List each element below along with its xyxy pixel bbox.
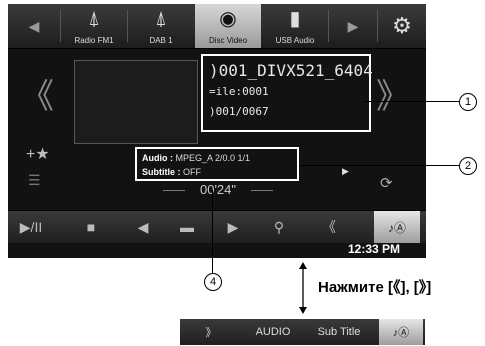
disc-icon: ◉ <box>219 8 237 30</box>
page-right-button[interactable]: 》 <box>180 319 242 345</box>
alt-control-bar: 》 AUDIO Sub Title ♪Ⓐ <box>180 319 425 345</box>
triangle-left-icon: ◀ <box>28 17 40 34</box>
prev-button[interactable]: ◀ <box>124 211 162 243</box>
stop-icon: ■ <box>86 219 96 235</box>
triangle-left-icon: ◀ <box>137 218 149 235</box>
favorite-star-icon[interactable]: +★ <box>26 144 50 164</box>
audio-mode-button[interactable]: ♪Ⓐ <box>379 319 423 345</box>
file-title: )001_DIVX521_6404 <box>209 61 373 80</box>
elapsed-time: 00'24" <box>163 182 273 197</box>
subtitle-label: Subtitle : <box>142 167 181 177</box>
clock: 12:33 PM <box>348 242 401 256</box>
play-pause-icon: ▶/II <box>19 218 43 235</box>
callout-4: 4 <box>204 273 222 291</box>
source-label: DAB 1 <box>149 36 173 45</box>
usb-icon: ▮ <box>289 8 301 30</box>
play-indicator-icon: ▶ <box>342 166 349 176</box>
prev-source-arrow[interactable]: ◀ <box>8 4 60 48</box>
audio-info-box: Audio : MPEG_A 2/0.0 1/1 Subtitle : OFF <box>135 147 299 181</box>
next-button[interactable]: ▶ <box>214 211 252 243</box>
video-thumbnail[interactable] <box>74 60 198 144</box>
source-usb-audio[interactable]: ▮ USB Audio <box>262 4 328 48</box>
source-bar: ◀ ⍋ Radio FM1 ⍋ DAB 1 ◉ Disc Video ▮ USB… <box>8 4 426 49</box>
control-bar: ▶/II ■ ◀ ▬ ▶ ⚲ 《 ♪Ⓐ <box>8 210 426 243</box>
chevron-right-icon[interactable]: 》 <box>376 80 410 114</box>
stop-button[interactable]: ■ <box>70 211 112 243</box>
audio-button[interactable]: AUDIO <box>242 319 304 345</box>
music-note-icon: ♪Ⓐ <box>392 327 410 339</box>
head-unit-screen: ◀ ⍋ Radio FM1 ⍋ DAB 1 ◉ Disc Video ▮ USB… <box>8 4 426 258</box>
instruction-text: Нажмите [《], [》] <box>318 279 432 296</box>
source-dab1[interactable]: ⍋ DAB 1 <box>128 4 194 48</box>
folder-button[interactable]: ▬ <box>168 211 206 243</box>
callout-2: 2 <box>459 157 477 175</box>
music-note-icon: ♪Ⓐ <box>387 220 406 235</box>
next-source-arrow[interactable]: ▶ <box>329 4 377 48</box>
source-label: USB Audio <box>275 36 315 45</box>
search-icon: ⚲ <box>273 218 285 235</box>
source-radio-fm1[interactable]: ⍋ Radio FM1 <box>61 4 127 48</box>
audio-label: Audio : <box>142 153 173 163</box>
dab-antenna-icon: ⍋ <box>155 8 167 30</box>
double-chevron-left-icon: 《 <box>322 219 336 235</box>
double-chevron-right-icon: 》 <box>205 327 217 339</box>
double-arrow-icon <box>299 262 307 314</box>
triangle-right-icon: ▶ <box>347 17 359 34</box>
triangle-right-icon: ▶ <box>227 218 239 235</box>
setup-button[interactable]: ⚙ <box>378 4 426 48</box>
subtitle-button[interactable]: Sub Title <box>304 319 374 345</box>
file-number: =ile:0001 <box>209 85 269 98</box>
audio-value: MPEG_A 2/0.0 1/1 <box>175 153 251 163</box>
wrench-icon: ⚙ <box>392 13 412 38</box>
search-button[interactable]: ⚲ <box>256 211 302 243</box>
audio-mode-button[interactable]: ♪Ⓐ <box>374 211 420 243</box>
source-disc-video[interactable]: ◉ Disc Video <box>195 4 261 48</box>
source-label: Disc Video <box>208 36 248 45</box>
callout-1: 1 <box>459 93 477 111</box>
callout-line <box>212 190 213 273</box>
callout-line <box>363 101 460 102</box>
folder-icon: ▬ <box>180 219 194 235</box>
antenna-icon: ⍋ <box>88 8 100 30</box>
track-counter: )001/0067 <box>209 105 269 118</box>
chevron-left-icon[interactable]: 《 <box>20 80 54 114</box>
play-pause-button[interactable]: ▶/II <box>8 211 54 243</box>
repeat-icon[interactable]: ⟳ <box>380 174 393 192</box>
subtitle-value: OFF <box>183 167 202 177</box>
callout-line <box>299 165 460 166</box>
list-icon[interactable]: ☰ <box>28 172 41 189</box>
page-left-button[interactable]: 《 <box>304 211 354 243</box>
info-box: )001_DIVX521_6404 =ile:0001 )001/0067 <box>201 54 373 132</box>
source-label: Radio FM1 <box>74 36 114 45</box>
